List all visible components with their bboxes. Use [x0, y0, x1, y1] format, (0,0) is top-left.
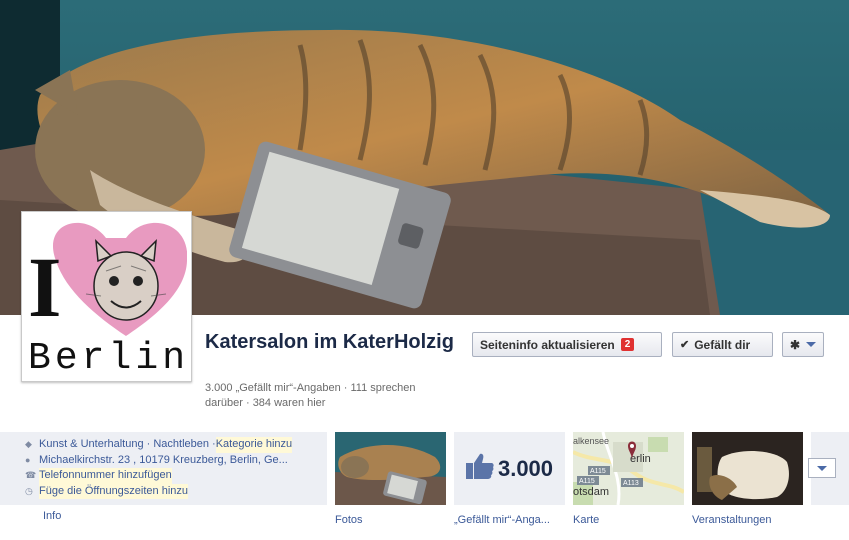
gear-icon: ✱ [789, 337, 801, 352]
tile-label-photos[interactable]: Fotos [335, 514, 451, 526]
likes-tile[interactable]: 3.000 [454, 432, 565, 505]
events-tile[interactable] [692, 432, 803, 505]
map-tile[interactable]: alkensee erlin otsdam A115 A115 A113 [573, 432, 684, 505]
map-thumbnail: alkensee erlin otsdam A115 A115 A113 [573, 432, 684, 505]
address-link[interactable]: Michaelkirchstr. 23 , 10179 Kreuzberg, B… [39, 453, 288, 469]
chevron-down-icon [806, 342, 817, 347]
about-category-row: ◆ Kunst & Unterhaltung · Nachtleben · Ka… [25, 437, 320, 453]
profile-picture-i-text: I [28, 239, 61, 335]
about-address-row: ● Michaelkirchstr. 23 , 10179 Kreuzberg,… [25, 453, 320, 469]
profile-picture-image: I Berlin [26, 216, 187, 377]
page-title[interactable]: Katersalon im KaterHolzig [205, 330, 455, 355]
tile-label-events[interactable]: Veranstaltungen [692, 514, 808, 526]
category-text[interactable]: Kunst & Unterhaltung · Nachtleben · [39, 437, 216, 453]
settings-dropdown-button[interactable]: ✱ [782, 332, 824, 357]
notification-badge: 2 [620, 338, 635, 351]
add-category-link[interactable]: Kategorie hinzu [215, 437, 293, 453]
update-page-info-label: Seiteninfo aktualisieren [480, 337, 615, 352]
clock-icon: ◷ [25, 485, 33, 496]
map-road-label: A115 [579, 478, 595, 485]
likes-count: 3.000 [497, 455, 554, 481]
events-thumbnail [692, 432, 803, 505]
checkmark-icon: ✔ [680, 339, 690, 351]
chevron-down-icon [817, 465, 827, 471]
about-box: ◆ Kunst & Unterhaltung · Nachtleben · Ka… [0, 432, 327, 505]
add-phone-link[interactable]: Telefonnummer hinzufügen [39, 468, 172, 484]
liked-button[interactable]: ✔ Gefällt dir [672, 332, 773, 357]
update-page-info-button[interactable]: Seiteninfo aktualisieren 2 [472, 332, 662, 357]
tab-info[interactable]: Info [43, 510, 61, 522]
tag-icon: ◆ [25, 439, 32, 449]
about-phone-row: ☎ Telefonnummer hinzufügen [25, 468, 320, 484]
location-pin-icon: ● [25, 454, 31, 465]
phone-icon: ☎ [25, 470, 37, 480]
profile-picture[interactable]: I Berlin [21, 211, 192, 382]
more-apps-button[interactable] [808, 458, 836, 478]
map-road-label: A113 [623, 480, 639, 487]
photos-thumbnail [335, 432, 446, 505]
tile-label-map[interactable]: Karte [573, 514, 689, 526]
page-stats: 3.000 „Gefällt mir“-Angaben · 111 sprech… [205, 382, 416, 409]
photos-tile[interactable] [335, 432, 446, 505]
liked-label: Gefällt dir [694, 337, 751, 352]
thumbs-up-icon [465, 453, 494, 484]
add-hours-link[interactable]: Füge die Öffnungszeiten hinzu [39, 483, 189, 499]
tile-label-likes[interactable]: „Gefällt mir“-Anga... [454, 514, 570, 526]
about-hours-row: ◷ Füge die Öffnungszeiten hinzu [25, 483, 320, 499]
map-label-potsdam: otsdam [573, 486, 609, 498]
map-label-berlin: erlin [630, 453, 651, 465]
map-road-label: A115 [590, 468, 606, 475]
map-label-falkensee: alkensee [573, 436, 609, 446]
